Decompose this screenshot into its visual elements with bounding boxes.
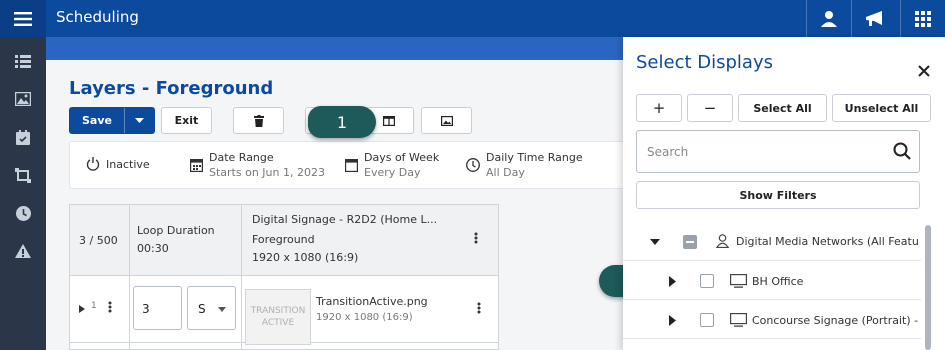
monitor-icon — [730, 313, 747, 327]
warning-icon[interactable] — [0, 232, 46, 270]
media-thumbnail: TRANSITION ACTIVE — [245, 289, 311, 345]
time-value: All Day — [486, 166, 525, 179]
header-strip — [46, 37, 626, 60]
unit-value: S — [198, 302, 206, 316]
schedule-info-bar: Inactive Date Range Starts on Jun 1, 2023… — [69, 141, 626, 189]
tree-row-display[interactable]: Concourse Signage (Portrait) - — [623, 301, 921, 339]
image-button[interactable] — [421, 107, 472, 134]
days-item: Days of Week Every Day — [345, 150, 439, 180]
file-name: TransitionActive.png — [316, 295, 428, 308]
partial-checkbox[interactable] — [683, 235, 697, 249]
file-resolution: 1920 x 1080 (16:9) — [316, 312, 413, 323]
layout-icon[interactable] — [0, 156, 46, 194]
panel-title: Select Displays — [636, 52, 773, 73]
save-button[interactable]: Save — [69, 107, 155, 134]
user-outline-icon — [716, 234, 729, 248]
date-range-value: Starts on Jun 1, 2023 — [209, 166, 325, 179]
image-icon[interactable] — [0, 80, 46, 118]
layers-table: 3 / 500 Loop Duration 00:30 Digital Sign… — [69, 204, 499, 350]
caret-right-icon[interactable] — [669, 276, 676, 287]
search-box — [636, 130, 920, 173]
callout-1: 1 — [308, 106, 376, 138]
tree-label-display: BH Office — [752, 275, 804, 288]
exit-label: Exit — [174, 114, 199, 127]
search-icon[interactable] — [893, 142, 911, 160]
time-item: Daily Time Range All Day — [466, 150, 583, 180]
column-menu-icon[interactable] — [474, 232, 478, 247]
row-index: 1 — [91, 301, 97, 311]
column-resolution: 1920 x 1080 (16:9) — [252, 251, 359, 264]
megaphone-icon[interactable] — [851, 0, 896, 37]
status-item: Inactive — [86, 157, 150, 172]
layer-count: 3 / 500 — [79, 234, 118, 247]
page-title: Layers - Foreground — [69, 78, 274, 99]
display-checkbox[interactable] — [700, 274, 714, 288]
top-bar: Scheduling — [0, 0, 945, 37]
date-range-item: Date Range Starts on Jun 1, 2023 — [190, 150, 325, 180]
status-text: Inactive — [106, 158, 150, 171]
loop-duration-value: 00:30 — [137, 242, 169, 255]
network-label: Digital Signage - R2D2 (Home L... — [252, 213, 438, 226]
exit-button[interactable]: Exit — [161, 107, 212, 134]
clock-icon — [466, 158, 480, 172]
tree-row-display[interactable]: BH Office — [623, 262, 921, 300]
monitor-icon — [730, 274, 747, 288]
chevron-down-icon — [218, 307, 226, 312]
tree-row-network[interactable]: Digital Media Networks (All Featu — [623, 223, 921, 261]
trash-icon — [253, 114, 264, 127]
show-filters-button[interactable]: Show Filters — [636, 181, 920, 209]
list-icon[interactable] — [0, 42, 46, 80]
caret-right-icon[interactable] — [669, 315, 676, 326]
select-all-button[interactable]: Select All — [738, 94, 827, 122]
clock-icon[interactable] — [0, 194, 46, 232]
calendar-grid-icon — [190, 159, 203, 172]
days-label: Days of Week — [364, 151, 440, 164]
tree-label-display: Concourse Signage (Portrait) - — [752, 314, 919, 327]
app-title: Scheduling — [56, 8, 139, 26]
calendar-icon — [345, 159, 358, 172]
search-input[interactable] — [647, 143, 877, 161]
collapse-all-button[interactable]: − — [687, 94, 733, 122]
save-label: Save — [82, 114, 112, 127]
image-icon — [440, 115, 453, 126]
scrollbar[interactable] — [925, 225, 931, 350]
days-value: Every Day — [364, 166, 421, 179]
row-expand-icon[interactable] — [79, 303, 85, 316]
user-icon[interactable] — [806, 0, 851, 37]
hamburger-icon[interactable] — [0, 0, 46, 37]
duration-input[interactable]: 3 — [133, 286, 182, 330]
callout-1-label: 1 — [336, 112, 348, 132]
date-range-label: Date Range — [209, 151, 274, 164]
delete-button[interactable] — [233, 107, 284, 134]
row-menu-icon[interactable] — [108, 301, 112, 316]
caret-down-icon[interactable] — [650, 239, 660, 245]
chevron-down-icon[interactable] — [124, 108, 154, 133]
expand-all-button[interactable]: + — [636, 94, 682, 122]
duration-unit-select[interactable]: S — [187, 286, 236, 330]
left-rail — [0, 37, 46, 350]
grid-icon[interactable] — [900, 0, 945, 37]
unselect-all-button[interactable]: Unselect All — [832, 94, 931, 122]
columns-icon — [382, 115, 395, 126]
calendar-icon[interactable] — [0, 118, 46, 156]
display-checkbox[interactable] — [700, 313, 714, 327]
media-menu-icon[interactable] — [477, 302, 481, 317]
power-icon — [86, 157, 100, 171]
layer-label: Foreground — [252, 233, 315, 246]
loop-duration-label: Loop Duration — [137, 224, 215, 237]
select-displays-panel: Select Displays + − Select All Unselect … — [623, 37, 945, 350]
close-icon[interactable] — [918, 62, 930, 81]
main-content: Layers - Foreground Save Exit Inactive D… — [46, 60, 626, 350]
tree-label-network: Digital Media Networks (All Featu — [736, 235, 919, 248]
time-label: Daily Time Range — [486, 151, 583, 164]
